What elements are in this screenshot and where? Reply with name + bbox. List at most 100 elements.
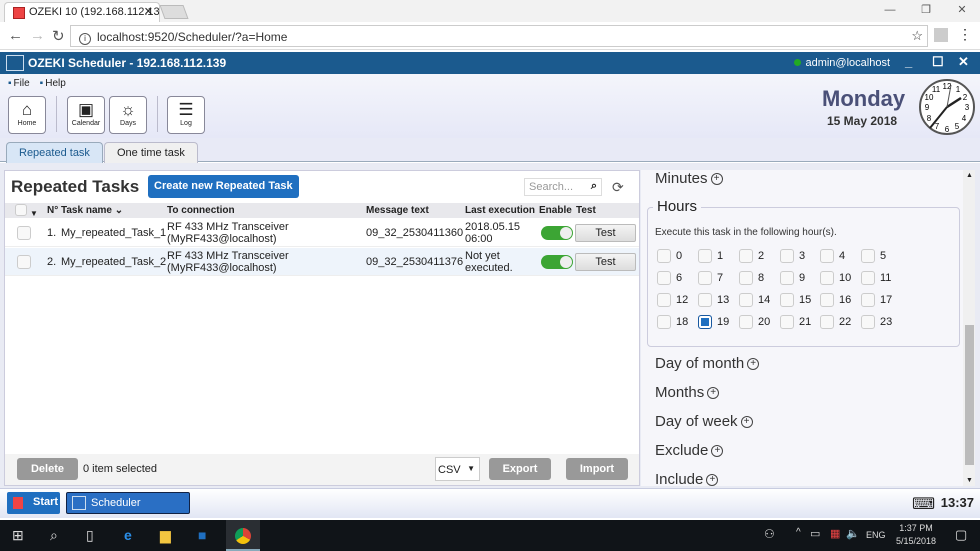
hour-checkbox[interactable] — [698, 271, 712, 285]
hour-checkbox[interactable] — [780, 249, 794, 263]
hour-option[interactable]: 0 — [657, 249, 682, 263]
hour-checkbox[interactable] — [739, 315, 753, 329]
edge-icon[interactable]: e — [124, 527, 132, 543]
create-task-button[interactable]: Create new Repeated Task — [148, 175, 299, 198]
hour-option[interactable]: 20 — [739, 315, 770, 329]
search-input[interactable]: Search... ⌕ — [524, 178, 602, 196]
hour-option[interactable]: 11 — [861, 271, 891, 285]
hour-checkbox[interactable] — [657, 315, 671, 329]
table-row[interactable]: 1. My_repeated_Task_1 RF 433 MHz Transce… — [5, 219, 639, 247]
notifications-icon[interactable]: ▢ — [955, 527, 967, 543]
export-button[interactable]: Export — [489, 458, 551, 480]
day-of-month-section[interactable]: Day of month + — [655, 355, 760, 372]
task-name[interactable]: My_repeated_Task_1 — [61, 227, 166, 239]
hour-checkbox[interactable] — [861, 249, 875, 263]
format-select[interactable]: CSV ▼ — [435, 457, 480, 481]
include-section[interactable]: Include + — [655, 471, 719, 486]
toolbar-days-button[interactable]: ☼ Days — [109, 96, 147, 134]
minutes-section[interactable]: Minutes + — [655, 170, 723, 187]
network-icon[interactable]: ▭ — [810, 527, 820, 540]
hour-checkbox[interactable] — [698, 293, 712, 307]
hour-checkbox[interactable] — [820, 271, 834, 285]
extension-icon[interactable] — [934, 28, 948, 42]
hour-checkbox[interactable] — [780, 271, 794, 285]
windows-start-icon[interactable]: ⊞ — [12, 527, 24, 544]
toolbar-log-button[interactable]: ☰ Log — [167, 96, 205, 134]
hour-checkbox[interactable] — [698, 249, 712, 263]
hour-option[interactable]: 21 — [780, 315, 811, 329]
ozeki-tray-icon[interactable]: ▦ — [830, 527, 840, 540]
menu-help[interactable]: Help — [40, 78, 66, 89]
search-icon[interactable]: ⌕ — [50, 527, 58, 544]
menu-file[interactable]: File — [8, 78, 30, 89]
hour-checkbox[interactable] — [657, 249, 671, 263]
hour-checkbox[interactable] — [698, 315, 712, 329]
hour-checkbox[interactable] — [780, 315, 794, 329]
file-explorer-icon[interactable]: ▆ — [160, 527, 171, 544]
toolbar-home-button[interactable]: ⌂ Home — [8, 96, 46, 134]
tab-repeated-task[interactable]: Repeated task — [6, 142, 103, 163]
hour-checkbox[interactable] — [739, 293, 753, 307]
browser-tab[interactable]: OZEKI 10 (192.168.112.139) ✕ — [4, 2, 160, 22]
hour-option[interactable]: 14 — [739, 293, 770, 307]
user-status[interactable]: admin@localhost — [794, 57, 890, 69]
delete-button[interactable]: Delete — [17, 458, 78, 480]
hour-checkbox[interactable] — [861, 315, 875, 329]
months-section[interactable]: Months + — [655, 384, 720, 401]
windows-clock[interactable]: 1:37 PM 5/15/2018 — [896, 522, 936, 548]
hour-option[interactable]: 8 — [739, 271, 764, 285]
hour-option[interactable]: 4 — [820, 249, 845, 263]
hour-option[interactable]: 22 — [820, 315, 851, 329]
hour-option[interactable]: 9 — [780, 271, 805, 285]
task-view-icon[interactable]: ▯ — [86, 527, 94, 544]
taskbar-scheduler-button[interactable]: Scheduler — [66, 492, 190, 514]
start-button[interactable]: Start — [7, 492, 60, 514]
info-icon[interactable]: i — [79, 33, 91, 45]
test-button[interactable]: Test — [575, 224, 636, 242]
day-of-week-section[interactable]: Day of week + — [655, 413, 753, 430]
expand-icon[interactable]: + — [710, 173, 723, 186]
table-row[interactable]: 2. My_repeated_Task_2 RF 433 MHz Transce… — [5, 248, 639, 276]
hour-option[interactable]: 5 — [861, 249, 886, 263]
exclude-section[interactable]: Exclude + — [655, 442, 724, 459]
close-icon[interactable]: ✕ — [944, 0, 980, 22]
select-all-checkbox[interactable] — [15, 204, 27, 216]
hour-checkbox[interactable] — [739, 249, 753, 263]
tab-one-time-task[interactable]: One time task — [104, 142, 198, 163]
row-checkbox[interactable] — [17, 226, 31, 240]
app-minimize-icon[interactable]: _ — [905, 54, 912, 69]
hour-option[interactable]: 3 — [780, 249, 805, 263]
new-tab-button[interactable] — [159, 5, 189, 19]
task-name[interactable]: My_repeated_Task_2 — [61, 256, 166, 268]
hour-option[interactable]: 7 — [698, 271, 723, 285]
select-dropdown-icon[interactable]: ▼ — [30, 209, 38, 218]
toolbar-calendar-button[interactable]: ▣ Calendar — [67, 96, 105, 134]
app-close-icon[interactable]: ✕ — [958, 54, 969, 70]
restore-icon[interactable]: ❐ — [908, 0, 944, 22]
language-indicator[interactable]: ENG — [866, 530, 886, 540]
hour-checkbox[interactable] — [861, 293, 875, 307]
url-input[interactable]: i localhost:9520/Scheduler/?a=Home ☆ — [70, 25, 928, 47]
people-icon[interactable]: ⚇ — [764, 527, 775, 541]
hour-option[interactable]: 13 — [698, 293, 729, 307]
refresh-icon[interactable]: ⟳ — [612, 179, 624, 196]
bookmark-star-icon[interactable]: ☆ — [911, 28, 923, 44]
hour-checkbox[interactable] — [739, 271, 753, 285]
enable-toggle[interactable] — [541, 226, 573, 240]
reload-icon[interactable]: ↻ — [52, 27, 65, 45]
close-tab-icon[interactable]: ✕ — [144, 5, 153, 18]
hour-checkbox[interactable] — [820, 315, 834, 329]
hour-checkbox[interactable] — [820, 293, 834, 307]
expand-icon[interactable]: + — [747, 358, 760, 371]
hour-checkbox[interactable] — [657, 293, 671, 307]
hour-checkbox[interactable] — [657, 271, 671, 285]
expand-icon[interactable]: + — [740, 416, 753, 429]
hour-checkbox[interactable] — [820, 249, 834, 263]
hour-option[interactable]: 10 — [820, 271, 851, 285]
sort-icon[interactable]: ⌄ — [112, 205, 123, 216]
minimize-icon[interactable]: — — [872, 0, 908, 22]
search-icon[interactable]: ⌕ — [591, 180, 597, 193]
expand-icon[interactable]: + — [707, 387, 720, 400]
tray-chevron-icon[interactable]: ^ — [796, 527, 801, 538]
hour-option[interactable]: 1 — [698, 249, 723, 263]
